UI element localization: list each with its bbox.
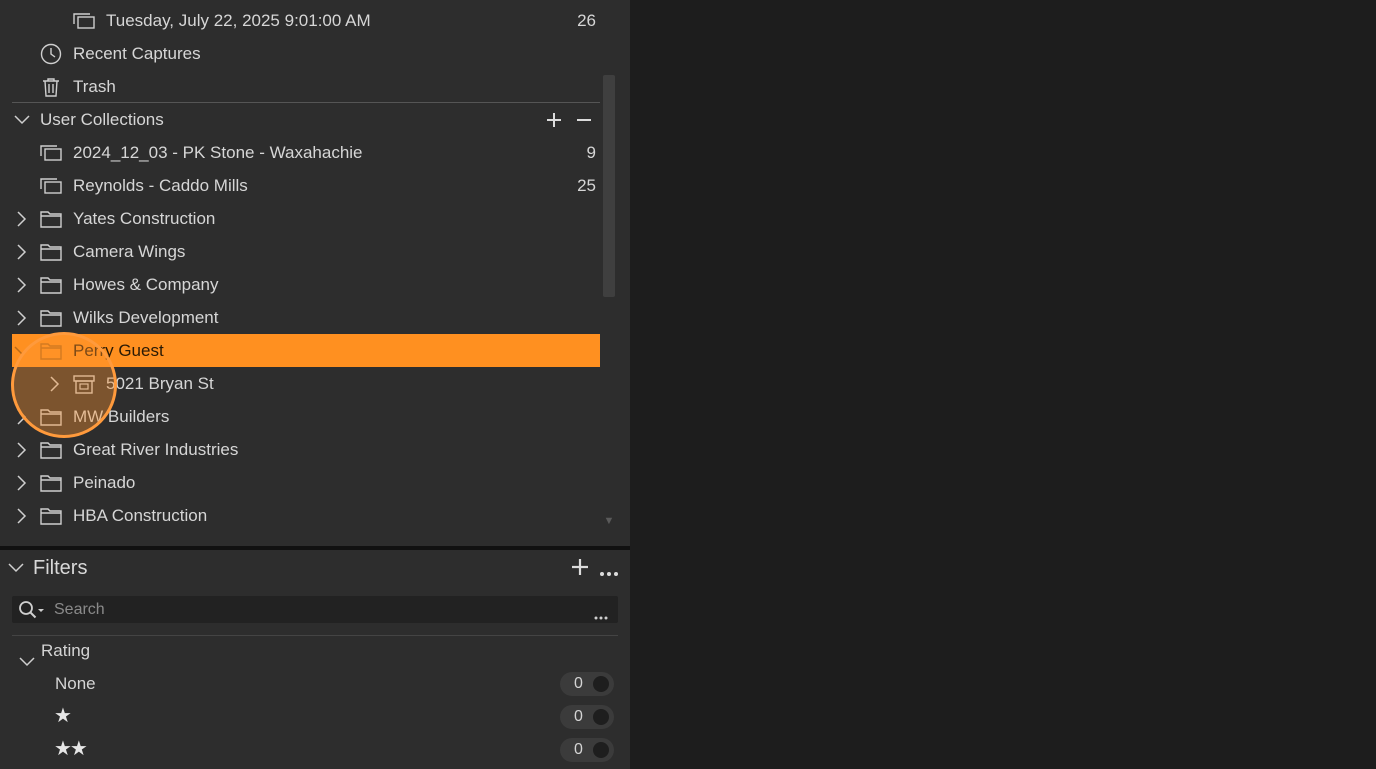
project-icon (72, 367, 96, 400)
recent-captures-label: Recent Captures (73, 44, 201, 63)
group-label: Yates Construction (73, 209, 216, 228)
collections-tree: Tuesday, July 22, 2025 9:01:00 AM 26 Rec… (0, 0, 630, 546)
user-collections-header[interactable]: User Collections (12, 103, 600, 136)
rating-toggle[interactable]: 0 (560, 738, 614, 762)
star-rating-label: ★ (54, 705, 72, 727)
add-collection-icon[interactable] (544, 110, 564, 130)
folder-icon (39, 433, 63, 466)
folder-icon (39, 334, 63, 367)
collection-row-album[interactable]: Tuesday, July 22, 2025 9:01:00 AM 26 (12, 4, 600, 37)
user-collections-label: User Collections (40, 110, 164, 129)
search-placeholder: Search (54, 601, 105, 618)
search-options-icon[interactable] (594, 607, 608, 625)
add-filter-icon[interactable] (571, 558, 589, 581)
remove-collection-icon[interactable] (574, 110, 594, 130)
group-item-selected[interactable]: Perry Guest (12, 334, 600, 367)
group-label: Wilks Development (73, 308, 219, 327)
group-label: Howes & Company (73, 275, 219, 294)
collection-count: 26 (577, 11, 596, 30)
chevron-right-icon[interactable] (12, 499, 32, 532)
group-label: HBA Construction (73, 506, 208, 525)
group-label: Camera Wings (73, 242, 186, 261)
chevron-down-icon[interactable] (12, 334, 32, 367)
collection-label: Tuesday, July 22, 2025 9:01:00 AM (106, 11, 371, 30)
chevron-right-icon[interactable] (12, 301, 32, 334)
toggle-knob (593, 742, 609, 758)
chevron-right-icon[interactable] (12, 433, 32, 466)
trash-row[interactable]: Trash (12, 70, 600, 103)
toggle-knob (593, 709, 609, 725)
chevron-right-icon[interactable] (12, 235, 32, 268)
search-input[interactable]: Search (12, 596, 618, 623)
viewer-area (630, 0, 1376, 769)
scroll-down-arrow-icon[interactable]: ▼ (603, 515, 615, 529)
rating-row-label: None (55, 674, 96, 693)
rating-header[interactable]: Rating (12, 634, 618, 667)
group-item[interactable]: Camera Wings (12, 235, 600, 268)
star-rating-label: ★★ (54, 738, 88, 760)
chevron-right-icon[interactable] (45, 367, 65, 400)
filters-title: Filters (33, 557, 88, 579)
folder-icon (39, 268, 63, 301)
rating-toggle[interactable]: 0 (560, 672, 614, 696)
group-label: MW Builders (73, 407, 170, 426)
collection-item[interactable]: 2024_12_03 - PK Stone - Waxahachie 9 (12, 136, 600, 169)
chevron-down-icon[interactable] (8, 560, 24, 578)
chevron-right-icon[interactable] (12, 466, 32, 499)
chevron-right-icon[interactable] (12, 400, 32, 433)
folder-icon (39, 400, 63, 433)
trash-label: Trash (73, 77, 116, 96)
collection-count: 25 (577, 176, 596, 195)
collection-count: 9 (586, 143, 596, 162)
album-icon (39, 136, 63, 169)
rating-toggle[interactable]: 0 (560, 705, 614, 729)
group-item[interactable]: Yates Construction (12, 202, 600, 235)
more-options-icon[interactable] (599, 564, 619, 582)
collection-actions (544, 103, 594, 136)
group-item[interactable]: MW Builders (12, 400, 600, 433)
group-item[interactable]: Peinado (12, 466, 600, 499)
recent-captures-row[interactable]: Recent Captures (12, 37, 600, 70)
group-label: Perry Guest (73, 341, 164, 360)
rating-row-two-star[interactable]: ★★ 0 (12, 733, 618, 766)
project-item[interactable]: 5021 Bryan St (12, 367, 600, 400)
clock-icon (39, 37, 63, 70)
scrollbar-thumb[interactable] (603, 75, 615, 297)
chevron-right-icon[interactable] (12, 268, 32, 301)
rating-count: 0 (574, 741, 583, 758)
group-label: Peinado (73, 473, 136, 492)
toggle-knob (593, 676, 609, 692)
folder-icon (39, 235, 63, 268)
filters-header[interactable]: Filters (0, 550, 630, 586)
folder-icon (39, 466, 63, 499)
group-item[interactable]: Wilks Development (12, 301, 600, 334)
trash-icon (39, 70, 63, 103)
collection-label: 2024_12_03 - PK Stone - Waxahachie (73, 143, 363, 162)
project-label: 5021 Bryan St (106, 374, 214, 393)
collection-label: Reynolds - Caddo Mills (73, 176, 248, 195)
library-panel: Tuesday, July 22, 2025 9:01:00 AM 26 Rec… (0, 0, 630, 769)
collection-item[interactable]: Reynolds - Caddo Mills 25 (12, 169, 600, 202)
chevron-down-icon[interactable] (12, 103, 32, 136)
rating-count: 0 (574, 675, 583, 692)
rating-count: 0 (574, 708, 583, 725)
album-icon (72, 4, 96, 37)
album-icon (39, 169, 63, 202)
rating-row-none[interactable]: None 0 (12, 667, 618, 700)
folder-icon (39, 499, 63, 532)
rating-row-one-star[interactable]: ★ 0 (12, 700, 618, 733)
group-item[interactable]: HBA Construction (12, 499, 600, 532)
folder-icon (39, 202, 63, 235)
group-item[interactable]: Howes & Company (12, 268, 600, 301)
search-icon[interactable] (18, 600, 46, 625)
group-item[interactable]: Great River Industries (12, 433, 600, 466)
rating-label: Rating (41, 641, 91, 660)
chevron-right-icon[interactable] (12, 202, 32, 235)
folder-icon (39, 301, 63, 334)
group-label: Great River Industries (73, 440, 239, 459)
